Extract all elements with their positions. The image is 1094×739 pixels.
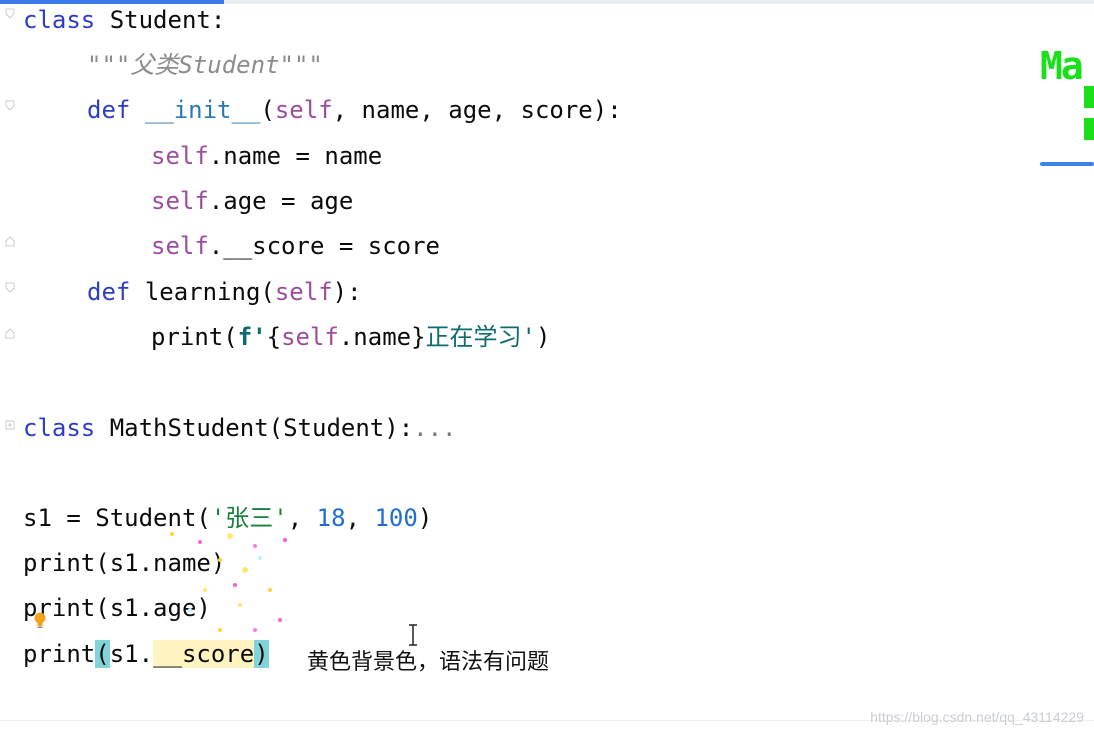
matched-paren: ( <box>95 640 110 668</box>
annotation-note: 黄色背景色，语法有问题 <box>307 650 550 675</box>
side-preview-panel: Ma <box>1040 44 1094 174</box>
self-keyword: self <box>281 323 339 351</box>
side-panel-block <box>1084 118 1094 140</box>
assignment: s1 = Student( <box>23 504 211 532</box>
self-keyword: self <box>151 142 209 170</box>
code-line-13[interactable]: print(s1.__score) <box>23 638 269 670</box>
number-literal: 18 <box>316 504 346 532</box>
statement: .name = name <box>208 142 383 170</box>
keyword: def <box>87 278 131 306</box>
fold-marker-icon[interactable] <box>5 236 15 247</box>
confetti-decoration <box>170 532 287 632</box>
self-keyword: self <box>274 278 333 306</box>
fold-marker-icon[interactable] <box>5 328 15 339</box>
comma: , <box>287 504 317 532</box>
code-line-2[interactable]: """父类Student""" <box>87 49 323 81</box>
editor-gutter <box>0 4 20 722</box>
paren: ) <box>417 504 433 532</box>
fstring-text: 正在学习' <box>425 323 537 351</box>
fold-marker-icon[interactable] <box>5 8 15 19</box>
code-line-8[interactable]: print(f'{self.name}正在学习') <box>151 321 550 353</box>
self-keyword: self <box>151 232 209 260</box>
print-call: print <box>23 640 96 668</box>
code-line-7[interactable]: def learning(self): <box>87 276 362 308</box>
params: , name, age, score): <box>332 96 622 124</box>
fold-marker-icon[interactable] <box>5 100 15 111</box>
comma: , <box>345 504 375 532</box>
print-call: print( <box>151 323 238 351</box>
folded-ellipsis[interactable]: ... <box>413 414 456 442</box>
paren: ) <box>536 323 551 351</box>
fold-marker-icon[interactable] <box>5 420 15 431</box>
code-line-6[interactable]: self.__score = score <box>151 230 440 262</box>
self-keyword: self <box>274 96 333 124</box>
paren: ( <box>260 96 275 124</box>
class-name: MathStudent(Student): <box>109 414 414 442</box>
keyword: def <box>87 96 131 124</box>
code-line-5[interactable]: self.age = age <box>151 185 353 217</box>
side-panel-title: Ma <box>1040 44 1084 88</box>
matched-paren: ) <box>254 640 269 668</box>
lightbulb-icon[interactable] <box>33 612 47 630</box>
code-line-1[interactable]: class Student: <box>23 4 225 36</box>
docstring: """父类Student""" <box>87 51 323 79</box>
method-name: learning( <box>144 278 275 306</box>
side-panel-underline <box>1040 162 1094 166</box>
side-panel-block <box>1084 86 1094 108</box>
brace: { <box>266 323 282 351</box>
private-attribute-warning[interactable]: __score <box>153 640 255 668</box>
code-line-4[interactable]: self.name = name <box>151 140 382 172</box>
params: ): <box>332 278 362 306</box>
fstring-prefix: f' <box>237 323 267 351</box>
text-cursor-icon <box>409 624 417 646</box>
statement: .__score = score <box>208 232 440 260</box>
keyword: class <box>23 414 96 442</box>
number-literal: 100 <box>374 504 418 532</box>
object-ref: s1. <box>109 640 154 668</box>
watermark: https://blog.csdn.net/qq_43114229 <box>870 709 1084 725</box>
code-line-9[interactable]: class MathStudent(Student):... <box>23 412 457 444</box>
class-name: Student: <box>109 6 226 34</box>
fold-marker-icon[interactable] <box>5 282 15 293</box>
function-name: __init__ <box>144 96 261 124</box>
string-literal: '张三' <box>210 504 288 532</box>
brace: } <box>411 323 426 351</box>
keyword: class <box>23 6 96 34</box>
attribute: .name <box>338 323 412 351</box>
code-line-3[interactable]: def __init__(self, name, age, score): <box>87 94 622 126</box>
self-keyword: self <box>151 187 209 215</box>
statement: .age = age <box>208 187 354 215</box>
